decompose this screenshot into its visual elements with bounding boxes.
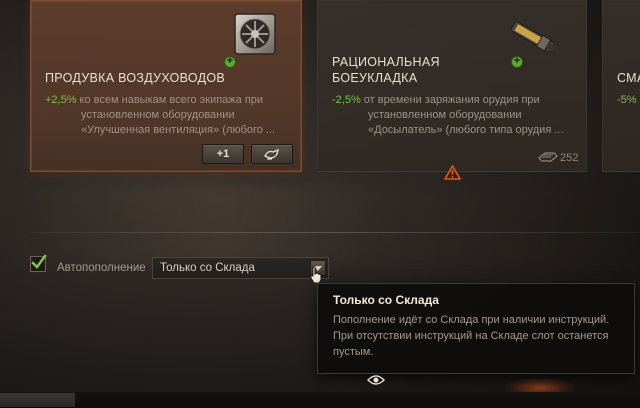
eye-icon[interactable] — [367, 374, 385, 386]
autofill-tooltip: Только со Склада Пополнение идёт со Скла… — [317, 283, 635, 374]
instruction-card-ammo-rack[interactable]: + РАЦИОНАЛЬНАЯ БОЕУКЛАДКА -2,5% от време… — [317, 0, 587, 172]
card-title: ПРОДУВКА ВОЗДУХОВОДОВ — [45, 71, 226, 85]
equipment-badge-icon: + — [224, 56, 236, 68]
bonus-value: -5% — [617, 94, 637, 106]
bottom-strip — [0, 393, 75, 407]
desc-line: «Улучшенная вентиляция» (любого ... — [81, 124, 276, 136]
card-description: -2,5% от времени заряжания орудия при ус… — [332, 93, 582, 138]
desc-line: ко всем навыкам всего экипажа при — [76, 94, 264, 106]
ventilation-fan-icon — [234, 13, 276, 55]
tooltip-body: Пополнение идёт со Склада при наличии ин… — [333, 312, 633, 360]
pour-button[interactable] — [251, 144, 293, 164]
section-divider — [30, 232, 640, 233]
instruction-card-partial[interactable]: СМА -5% — [602, 0, 640, 172]
bonus-value: +2,5% — [45, 94, 77, 106]
bottom-bar — [0, 392, 640, 408]
desc-line: «Досылатель» (любого типа орудия ... — [368, 124, 564, 136]
card-title-line: БОЕУКЛАДКА — [332, 71, 418, 85]
equipment-badge-icon: + — [511, 56, 523, 68]
tooltip-line: Пополнение идёт со Склада при наличии ин… — [333, 314, 610, 326]
instruction-card-air-ducts[interactable]: + ПРОДУВКА ВОЗДУХОВОДОВ +2,5% ко всем на… — [30, 0, 302, 172]
desc-line: установленном оборудовании — [368, 109, 522, 121]
autofill-source-dropdown[interactable]: Только со Склада — [152, 257, 329, 279]
card-title: РАЦИОНАЛЬНАЯ БОЕУКЛАДКА — [332, 54, 440, 86]
desc-line: от времени заряжания орудия при — [360, 94, 540, 106]
hand-cursor-icon — [310, 266, 322, 284]
stock-count: 252 — [560, 152, 579, 164]
tooltip-title: Только со Склада — [333, 293, 439, 307]
bonus-value: -2,5% — [332, 94, 361, 106]
card-description: -5% — [617, 93, 640, 108]
card-title-line: РАЦИОНАЛЬНАЯ — [332, 55, 440, 69]
autofill-label: Автопополнение — [57, 262, 146, 274]
stock-icon — [538, 152, 558, 162]
card-description: +2,5% ко всем навыкам всего экипажа при … — [45, 93, 295, 138]
warning-triangle-icon — [444, 165, 461, 180]
desc-line: установленном оборудовании — [81, 109, 235, 121]
checkmark-icon — [31, 254, 47, 269]
tooltip-line: При отсутствии инструкций на Складе слот… — [333, 330, 609, 342]
add-one-button[interactable]: +1 — [202, 144, 244, 164]
dropdown-value: Только со Склада — [160, 262, 255, 274]
tooltip-line: пустым. — [333, 346, 374, 358]
pour-icon — [264, 148, 279, 160]
card-title: СМА — [617, 71, 640, 85]
autofill-checkbox[interactable] — [30, 254, 47, 272]
background-streak — [0, 185, 640, 265]
